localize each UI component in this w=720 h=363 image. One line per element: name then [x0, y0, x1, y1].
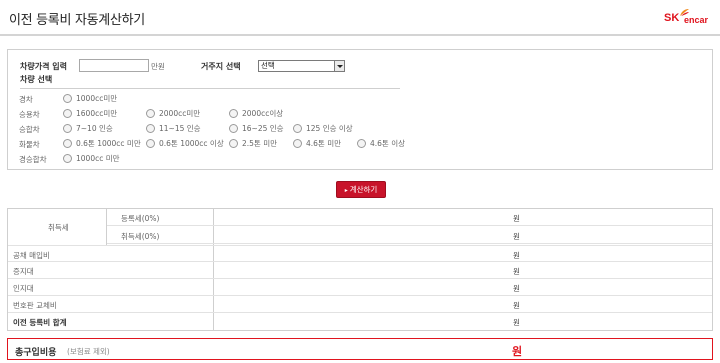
row-value: 원	[513, 251, 520, 260]
row-value: 원	[513, 318, 520, 327]
total-note: (보험료 제외)	[67, 347, 110, 356]
radio-label: 1600cc미만	[76, 109, 118, 118]
region-label: 거주지 선택	[201, 62, 241, 71]
radio-label: 0.6톤 1000cc 미만	[76, 139, 141, 148]
table-row: 공채 매입비 원	[8, 245, 712, 262]
row-label: 이전 등록비 합계	[13, 318, 67, 327]
price-unit: 만원	[151, 62, 165, 71]
table-row: 취득세(0%) 원	[107, 227, 712, 244]
radio-label: 2000cc이상	[242, 109, 284, 118]
vehicle-form: 차량가격 입력 만원 거주지 선택 선택 차량 선택 경차 1000cc미만 승…	[7, 49, 713, 170]
total-label: 총구입비용	[15, 348, 57, 358]
total-cost-box: 총구입비용 (보험료 제외) 원	[7, 338, 713, 360]
row-value: 원	[513, 284, 520, 293]
radio-label: 4.6톤 미만	[306, 139, 342, 148]
total-value: 원	[512, 345, 523, 358]
result-table: 취득세 등록세(0%) 원 취득세(0%) 원 공채 매입비 원 증지대 원 인…	[7, 208, 713, 331]
logo-sk-text: SK	[664, 12, 680, 24]
region-select[interactable]: 선택	[258, 60, 345, 72]
radio-icon[interactable]	[63, 94, 72, 103]
radio-label: 7~10 인승	[76, 124, 113, 133]
radio-label: 11~15 인승	[159, 124, 201, 133]
row-label-light-van: 경승합차	[19, 155, 47, 164]
table-row: 인지대 원	[8, 279, 712, 296]
row-label-van: 승합차	[19, 125, 40, 134]
radio-label: 16~25 인승	[242, 124, 284, 133]
radio-icon[interactable]	[146, 124, 155, 133]
divider	[20, 88, 400, 89]
radio-icon[interactable]	[229, 139, 238, 148]
result-group-label: 취득세	[48, 223, 69, 232]
calculate-button-label: 계산하기	[349, 185, 378, 194]
chevron-down-icon[interactable]	[334, 61, 344, 71]
arrow-right-icon: ▸	[344, 187, 348, 194]
row-value: 원	[513, 267, 520, 276]
radio-icon[interactable]	[63, 109, 72, 118]
radio-label: 125 인승 이상	[306, 124, 353, 133]
radio-icon[interactable]	[229, 109, 238, 118]
price-input[interactable]	[79, 59, 149, 72]
row-label: 번호판 교체비	[13, 301, 57, 310]
row-label: 공채 매입비	[13, 251, 50, 260]
radio-icon[interactable]	[357, 139, 366, 148]
row-label: 취득세(0%)	[121, 232, 160, 241]
radio-label: 1000cc미만	[76, 94, 118, 103]
radio-icon[interactable]	[63, 154, 72, 163]
table-row: 번호판 교체비 원	[8, 296, 712, 313]
row-label: 등록세(0%)	[121, 214, 160, 223]
radio-icon[interactable]	[146, 139, 155, 148]
sk-encar-logo[interactable]: SK encar	[664, 8, 714, 28]
page-header: 이전 등록비 자동계산하기 SK encar	[0, 0, 720, 36]
radio-icon[interactable]	[146, 109, 155, 118]
radio-icon[interactable]	[229, 124, 238, 133]
vehicle-label: 차량 선택	[20, 75, 53, 84]
radio-label: 4.6톤 이상	[370, 139, 406, 148]
table-row: 이전 등록비 합계 원	[8, 313, 712, 330]
calculate-button[interactable]: ▸ 계산하기	[336, 181, 386, 198]
price-label: 차량가격 입력	[20, 62, 67, 71]
region-selected-value: 선택	[261, 61, 275, 70]
table-row: 등록세(0%) 원	[107, 209, 712, 226]
radio-icon[interactable]	[293, 124, 302, 133]
row-label-passenger: 승용차	[19, 110, 40, 119]
row-value: 원	[513, 214, 520, 223]
radio-icon[interactable]	[63, 139, 72, 148]
row-label-truck: 화물차	[19, 140, 40, 149]
row-label: 증지대	[13, 267, 34, 276]
radio-icon[interactable]	[63, 124, 72, 133]
radio-label: 0.6톤 1000cc 이상	[159, 139, 224, 148]
row-value: 원	[513, 232, 520, 241]
row-label: 인지대	[13, 284, 34, 293]
logo-encar-text: encar	[684, 15, 709, 25]
row-value: 원	[513, 301, 520, 310]
radio-icon[interactable]	[293, 139, 302, 148]
row-label-light-car: 경차	[19, 95, 33, 104]
page-title: 이전 등록비 자동계산하기	[9, 13, 145, 28]
radio-label: 2.5톤 미만	[242, 139, 278, 148]
radio-label: 1000cc 미만	[76, 154, 120, 163]
radio-label: 2000cc미만	[159, 109, 201, 118]
table-row: 증지대 원	[8, 262, 712, 279]
